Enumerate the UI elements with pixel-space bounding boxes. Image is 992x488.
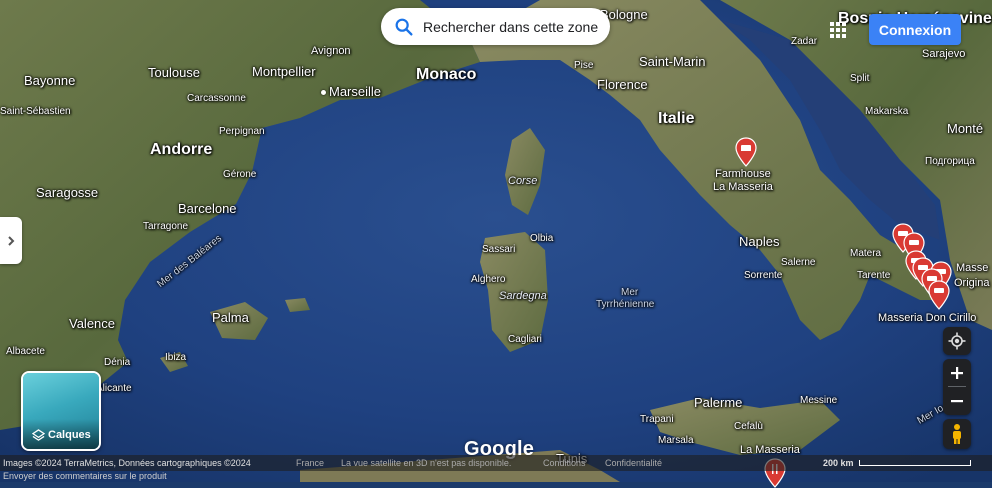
hotel-pin-farmhouse[interactable] [735, 137, 757, 167]
minus-icon [951, 400, 963, 403]
zoom-in-button[interactable] [943, 359, 971, 387]
label-montenegro: Monté [947, 121, 984, 136]
label-marsala: Marsala [658, 435, 694, 446]
search-area-button[interactable]: Rechercher dans cette zone [381, 8, 610, 45]
label-podgorica: Подгорица [925, 156, 975, 167]
layers-label: Calques [48, 429, 91, 441]
label-trapani: Trapani [640, 414, 674, 425]
label-corse: Corse [508, 175, 538, 187]
footer-country-link[interactable]: France [296, 458, 324, 468]
label-tarente: Tarente [857, 270, 891, 281]
label-farmhouse[interactable]: Farmhouse La Masseria [713, 169, 773, 193]
label-masseria-don-cirillo[interactable]: Masseria Don Cirillo [878, 313, 976, 324]
layers-icon [32, 429, 45, 441]
layers-button[interactable]: Calques [21, 371, 101, 451]
footer-3d-note: La vue satellite en 3D n'est pas disponi… [341, 458, 512, 468]
label-alghero: Alghero [471, 274, 506, 285]
label-messine: Messine [800, 395, 838, 406]
scale-label[interactable]: 200 km [823, 458, 854, 468]
label-denia: Dénia [104, 357, 131, 368]
label-tarragone: Tarragone [143, 221, 189, 232]
label-sarajevo: Sarajevo [922, 48, 966, 60]
label-mer-tyrrhenienne-1: Mer [621, 287, 639, 298]
label-mer-tyrrhenienne-2: Tyrrhénienne [596, 299, 655, 310]
label-bayonne: Bayonne [24, 73, 76, 88]
chevron-right-icon [8, 235, 15, 246]
label-olbia: Olbia [530, 233, 554, 244]
footer-privacy-link[interactable]: Confidentialité [605, 458, 662, 468]
label-italie: Italie [658, 110, 695, 127]
label-saragosse: Saragosse [36, 185, 99, 200]
label-ibiza: Ibiza [165, 352, 187, 363]
label-montpellier: Montpellier [252, 64, 316, 79]
label-albacete: Albacete [6, 346, 45, 357]
label-avignon: Avignon [311, 45, 351, 57]
label-zadar: Zadar [791, 36, 818, 47]
footer-conditions-link[interactable]: Conditions [543, 458, 586, 468]
label-makarska: Makarska [865, 106, 909, 117]
login-button[interactable]: Connexion [869, 14, 961, 45]
scale-bar[interactable] [859, 460, 971, 466]
apps-grid-icon[interactable] [829, 21, 847, 39]
label-saint-marin: Saint-Marin [639, 54, 706, 69]
label-carcassonne: Carcassonne [187, 93, 246, 104]
label-cefalu: Cefalù [734, 421, 763, 432]
plus-icon [951, 367, 963, 379]
label-gerone: Gérone [223, 169, 257, 180]
label-cagliari: Cagliari [508, 334, 542, 345]
expand-side-panel-button[interactable] [0, 217, 22, 264]
hotel-pin-puglia-7[interactable] [928, 280, 950, 310]
street-view-pegman-button[interactable] [943, 419, 971, 449]
search-icon [395, 18, 413, 36]
label-naples: Naples [739, 234, 780, 249]
my-location-button[interactable] [943, 327, 971, 355]
pegman-icon [953, 424, 961, 444]
feedback-link[interactable]: Envoyer des commentaires sur le produit [3, 471, 167, 481]
label-valence: Valence [69, 316, 116, 331]
label-sardegna: Sardegna [499, 290, 547, 302]
search-area-label: Rechercher dans cette zone [423, 18, 599, 35]
label-alicante: Alicante [96, 383, 132, 394]
zoom-out-button[interactable] [943, 387, 971, 415]
label-toulouse: Toulouse [148, 65, 201, 80]
label-palerme: Palerme [694, 395, 743, 410]
label-sassari: Sassari [482, 244, 516, 255]
label-andorre: Andorre [150, 141, 213, 158]
label-origina[interactable]: Origina [954, 278, 989, 289]
label-palma: Palma [212, 310, 249, 325]
label-marseille: Marseille [321, 85, 381, 98]
imagery-attribution: Images ©2024 TerraMetrics, Données carto… [3, 458, 251, 468]
label-monaco: Monaco [416, 66, 477, 83]
label-split: Split [850, 73, 870, 84]
label-perpignan: Perpignan [219, 126, 265, 137]
label-florence: Florence [597, 77, 648, 92]
zoom-controls [943, 359, 971, 415]
label-matera: Matera [850, 248, 882, 259]
location-target-icon [948, 332, 966, 350]
label-masse[interactable]: Masse [956, 263, 988, 274]
label-pise: Pise [574, 60, 594, 71]
label-salerne: Salerne [781, 257, 816, 268]
label-sorrente: Sorrente [744, 270, 783, 281]
label-barcelone: Barcelone [178, 201, 237, 216]
label-san-sebastian: Saint-Sébastien [0, 106, 71, 117]
